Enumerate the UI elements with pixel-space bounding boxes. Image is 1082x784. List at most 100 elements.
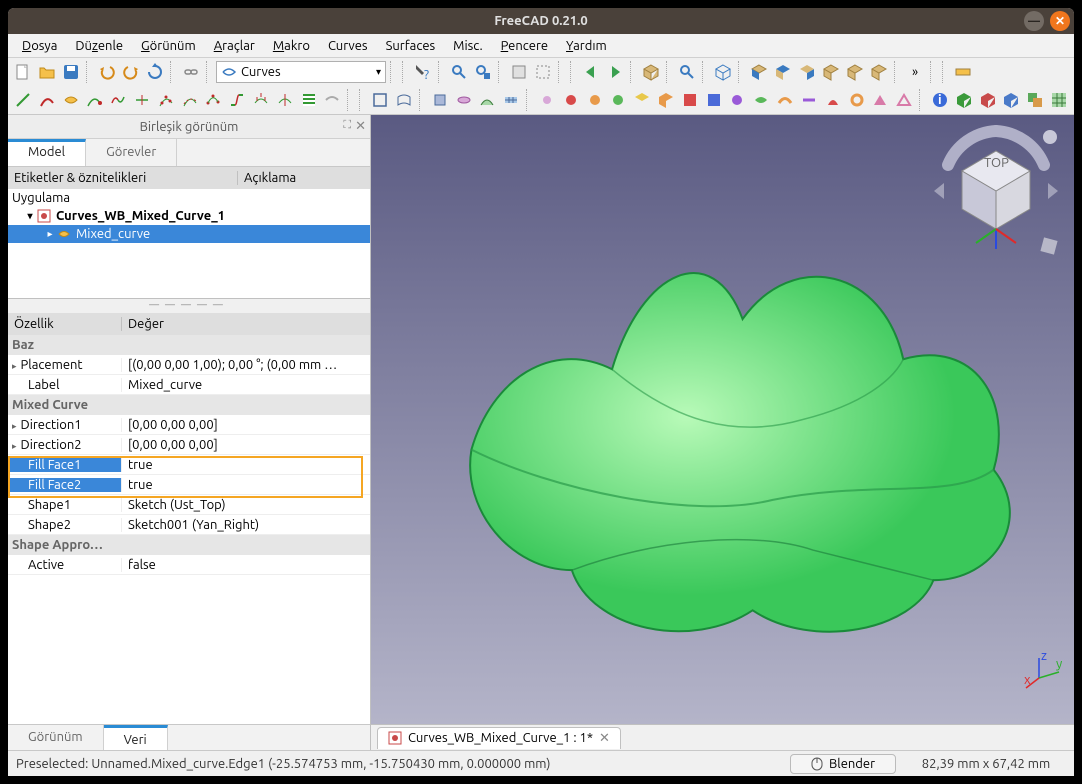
solid-green-icon[interactable] <box>953 89 975 111</box>
curve-blend-icon[interactable] <box>226 89 248 111</box>
surf-sweep-icon[interactable] <box>453 89 475 111</box>
prop-placement[interactable]: ▸Placement[(0,00 0,00 1,00); 0,00 °; (0,… <box>8 355 370 375</box>
minimize-button[interactable]: — <box>1024 11 1044 31</box>
misc-pink-icon[interactable] <box>869 89 891 111</box>
model-tree[interactable]: Uygulama ▾ Curves_WB_Mixed_Curve_1 ▸ Mix… <box>8 189 370 299</box>
3d-viewport[interactable]: TOP z y x <box>371 115 1074 724</box>
nav-back-icon[interactable] <box>580 61 602 83</box>
info-icon[interactable]: i <box>929 89 951 111</box>
menu-dosya[interactable]: Dosya <box>14 37 65 55</box>
more-views-icon[interactable]: » <box>904 61 926 83</box>
grid-icon[interactable] <box>1048 89 1070 111</box>
view-front-icon[interactable] <box>748 61 770 83</box>
tree-item-mixed-curve[interactable]: ▸ Mixed_curve <box>8 225 370 243</box>
surf-loft-icon[interactable] <box>476 89 498 111</box>
curve-line-icon[interactable] <box>12 89 34 111</box>
nav-style-button[interactable]: Blender <box>790 754 896 774</box>
curve-split-icon[interactable] <box>131 89 153 111</box>
box-icon[interactable] <box>712 61 734 83</box>
curve-interpolate-icon[interactable] <box>203 89 225 111</box>
prop-active[interactable]: Activefalse <box>8 555 370 575</box>
nav-fwd-icon[interactable] <box>604 61 626 83</box>
curve-oncurve-icon[interactable] <box>274 89 296 111</box>
iso-view-icon[interactable] <box>640 61 662 83</box>
menu-makro[interactable]: Makro <box>265 37 318 55</box>
link-icon[interactable] <box>180 61 202 83</box>
surf-gordon-icon[interactable] <box>500 89 522 111</box>
open-file-icon[interactable] <box>36 61 58 83</box>
misc-red3-icon[interactable] <box>822 89 844 111</box>
prop-fillface1[interactable]: Fill Face1true <box>8 455 370 475</box>
tab-view[interactable]: Görünüm <box>8 725 104 750</box>
curve-zebra-icon[interactable] <box>298 89 320 111</box>
solid-red-icon[interactable] <box>977 89 999 111</box>
view-rear-icon[interactable] <box>820 61 842 83</box>
solid-blue-icon[interactable] <box>1000 89 1022 111</box>
panel-splitter[interactable]: ————— <box>8 299 370 313</box>
misc-pt-icon[interactable] <box>536 89 558 111</box>
prop-direction1[interactable]: ▸Direction1[0,00 0,00 0,00] <box>8 415 370 435</box>
new-file-icon[interactable] <box>12 61 34 83</box>
fit-view-icon[interactable] <box>448 61 470 83</box>
measure-icon[interactable] <box>952 61 974 83</box>
prop-col-value[interactable]: Değer <box>122 317 370 331</box>
tree-document[interactable]: ▾ Curves_WB_Mixed_Curve_1 <box>8 207 370 225</box>
zoom-icon[interactable] <box>676 61 698 83</box>
view-right-icon[interactable] <box>796 61 818 83</box>
curve-comb-icon[interactable] <box>250 89 272 111</box>
prop-shape1[interactable]: Shape1Sketch (Ust_Top) <box>8 495 370 515</box>
misc-box2-icon[interactable] <box>655 89 677 111</box>
tree-col-labels[interactable]: Etiketler & öznitelikleri <box>8 171 238 185</box>
sheet-cube-icon[interactable] <box>1024 89 1046 111</box>
draw-style-icon[interactable] <box>508 61 530 83</box>
surf-tool-2-icon[interactable] <box>393 89 415 111</box>
fit-selection-icon[interactable] <box>472 61 494 83</box>
menu-pencere[interactable]: Pencere <box>493 37 556 55</box>
misc-orange2-icon[interactable] <box>774 89 796 111</box>
menu-misc[interactable]: Misc. <box>445 37 490 55</box>
tab-tasks[interactable]: Görevler <box>86 139 177 166</box>
chevron-right-icon[interactable]: ▸ <box>44 228 56 240</box>
menu-gorunum[interactable]: Görünüm <box>133 37 204 55</box>
navigation-cube[interactable]: TOP <box>926 121 1066 261</box>
tab-data[interactable]: Veri <box>104 725 168 750</box>
curve-extend-icon[interactable] <box>83 89 105 111</box>
prop-fillface2[interactable]: Fill Face2true <box>8 475 370 495</box>
misc-green2-icon[interactable] <box>750 89 772 111</box>
prop-shape2[interactable]: Shape2Sketch001 (Yan_Right) <box>8 515 370 535</box>
menu-araclar[interactable]: Araçlar <box>206 37 263 55</box>
misc-blue-icon[interactable] <box>703 89 725 111</box>
curve-approx-icon[interactable] <box>179 89 201 111</box>
misc-orange-icon[interactable] <box>584 89 606 111</box>
undo-icon[interactable] <box>96 61 118 83</box>
prop-direction2[interactable]: ▸Direction2[0,00 0,00 0,00] <box>8 435 370 455</box>
misc-box1-icon[interactable] <box>631 89 653 111</box>
misc-purple2-icon[interactable] <box>798 89 820 111</box>
tab-model[interactable]: Model <box>8 139 86 166</box>
misc-orange3-icon[interactable] <box>846 89 868 111</box>
chevron-down-icon[interactable]: ▾ <box>24 210 36 222</box>
menu-yardim[interactable]: Yardım <box>558 37 615 55</box>
curve-discretize-icon[interactable] <box>155 89 177 111</box>
menu-duzenle[interactable]: Düzenle <box>67 37 131 55</box>
surf-tool-3-icon[interactable] <box>429 89 451 111</box>
refresh-icon[interactable] <box>144 61 166 83</box>
misc-red-icon[interactable] <box>560 89 582 111</box>
prop-col-name[interactable]: Özellik <box>8 317 122 331</box>
menu-curves[interactable]: Curves <box>320 37 376 55</box>
misc-purple-icon[interactable] <box>727 89 749 111</box>
panel-detach-icon[interactable]: ⛶ <box>343 119 351 134</box>
bbox-icon[interactable] <box>532 61 554 83</box>
misc-green-icon[interactable] <box>608 89 630 111</box>
whatsthis-icon[interactable]: ? <box>412 61 434 83</box>
curve-join-icon[interactable] <box>107 89 129 111</box>
close-button[interactable]: ✕ <box>1050 11 1070 31</box>
menu-surfaces[interactable]: Surfaces <box>378 37 444 55</box>
curve-trim-icon[interactable] <box>322 89 344 111</box>
curve-edit-icon[interactable] <box>36 89 58 111</box>
workbench-selector[interactable]: Curves ▾ <box>216 61 386 83</box>
close-tab-icon[interactable]: ✕ <box>599 731 610 746</box>
curve-mixed-icon[interactable] <box>60 89 82 111</box>
save-file-icon[interactable] <box>60 61 82 83</box>
tree-col-desc[interactable]: Açıklama <box>238 171 370 185</box>
